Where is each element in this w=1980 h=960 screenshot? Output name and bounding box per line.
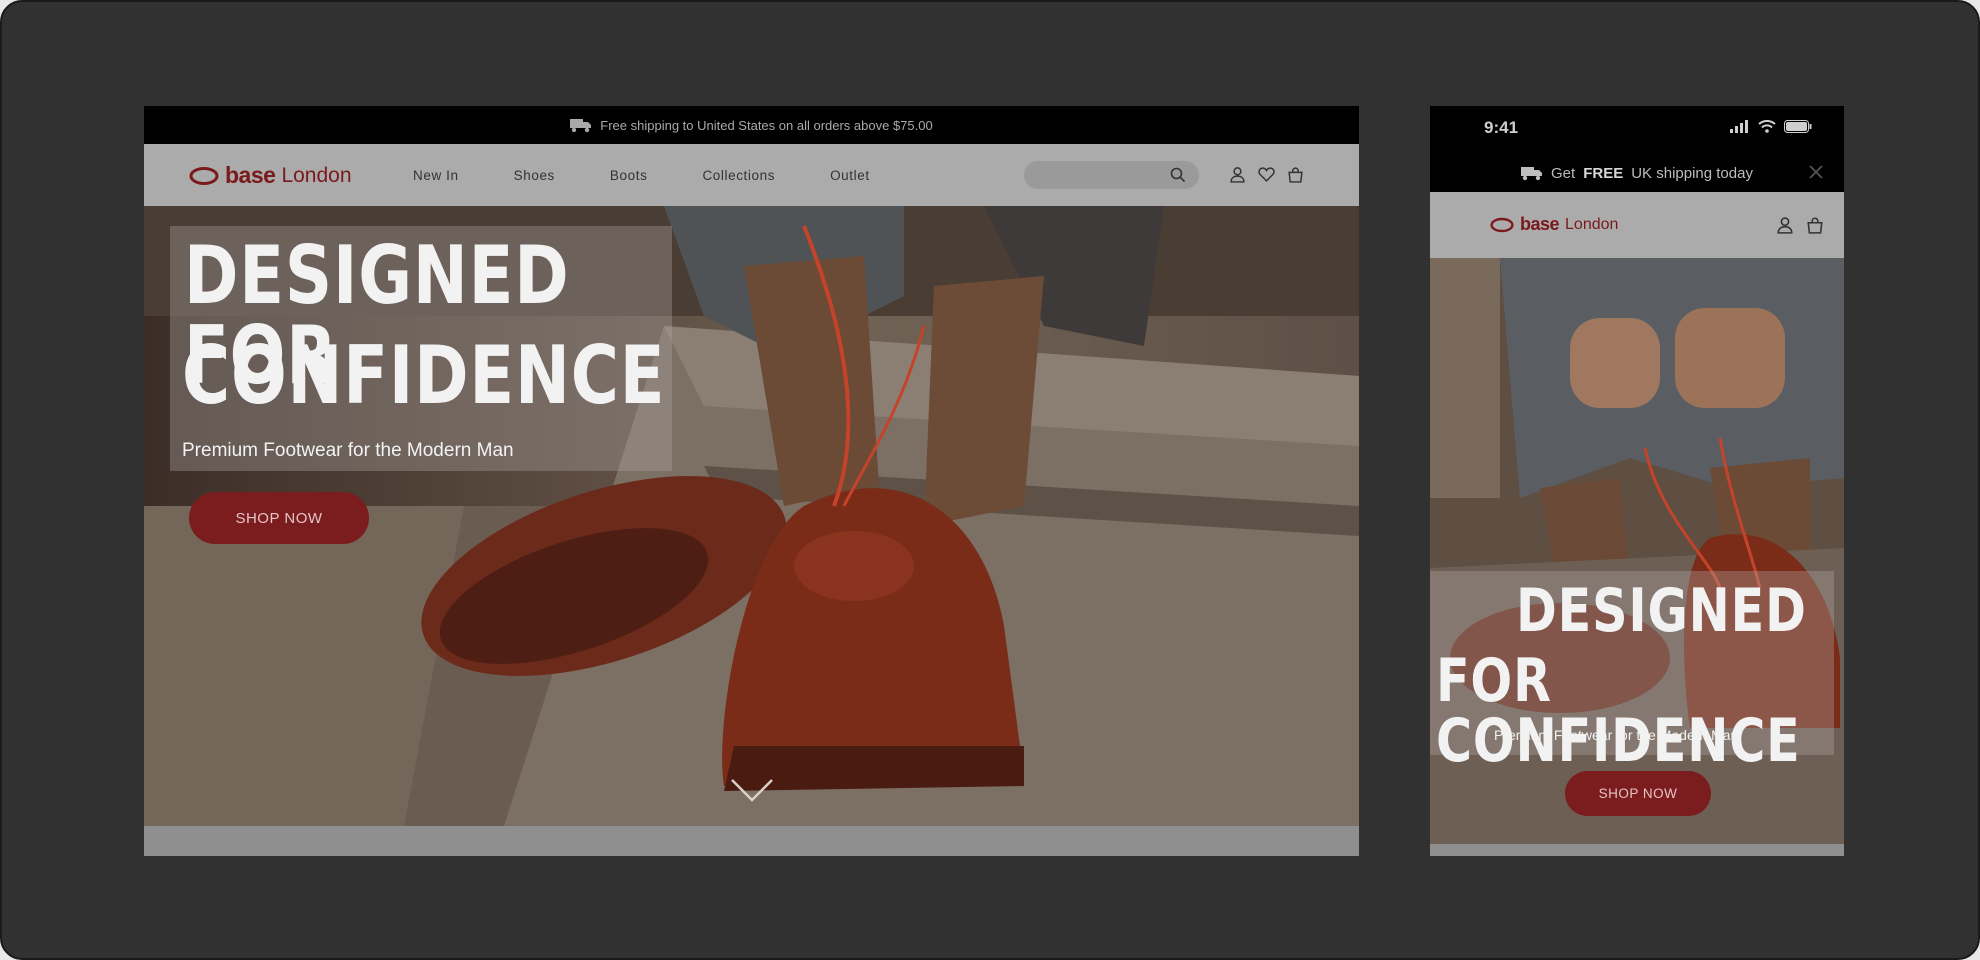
- brand-logo[interactable]: base London: [189, 162, 352, 189]
- search-icon[interactable]: [1170, 167, 1186, 183]
- hero-banner: DESIGNED FOR CONFIDENCE Premium Footwear…: [144, 206, 1359, 826]
- mobile-header-actions: [1776, 216, 1824, 234]
- header-actions: [1229, 166, 1304, 183]
- menu-item-shoes[interactable]: Shoes: [514, 168, 555, 183]
- brand-name-light: London: [281, 163, 352, 187]
- truck-icon: [570, 119, 592, 133]
- header-nav: base London New In Shoes Boots Collectio…: [144, 144, 1359, 206]
- canvas: Free shipping to United States on all or…: [0, 0, 1980, 960]
- mobile-announcement-bar: Get FREE UK shipping today: [1430, 154, 1844, 192]
- heart-icon[interactable]: [1258, 166, 1275, 183]
- bag-icon[interactable]: [1287, 166, 1304, 183]
- mobile-below-fold-band: [1430, 844, 1844, 856]
- mobile-hero-headline-line1: DESIGNED: [1516, 576, 1807, 646]
- mobile-header: base London: [1430, 192, 1844, 258]
- announcement-bold: FREE: [1583, 164, 1624, 182]
- brand-name-light: London: [1565, 215, 1619, 233]
- mobile-hero-headline-line2: FOR CONFIDENCE: [1436, 646, 1801, 776]
- logo-mark-icon: [1490, 217, 1514, 232]
- mobile-hero-banner: DESIGNED FOR CONFIDENCE Premium Footwear…: [1430, 258, 1844, 844]
- hero-headline-box: DESIGNED FOR CONFIDENCE Premium Footwear…: [170, 226, 672, 471]
- brand-logo[interactable]: base London: [1490, 214, 1618, 235]
- shop-now-button[interactable]: SHOP NOW: [189, 492, 369, 544]
- user-icon[interactable]: [1776, 216, 1794, 234]
- mobile-shop-now-button[interactable]: SHOP NOW: [1565, 771, 1711, 816]
- status-icons: [1730, 120, 1812, 133]
- menu-item-collections[interactable]: Collections: [702, 168, 775, 183]
- below-fold-band: [144, 826, 1359, 856]
- announcement-suffix: UK shipping today: [1631, 164, 1753, 182]
- announcement-text: Free shipping to United States on all or…: [600, 117, 933, 133]
- menu-item-boots[interactable]: Boots: [610, 168, 648, 183]
- truck-icon: [1521, 167, 1543, 181]
- logo-mark-icon: [189, 166, 219, 185]
- chevron-down-icon[interactable]: [730, 778, 774, 804]
- mobile-hero-subheadline: Premium Footwear for the Modern Man: [1494, 727, 1739, 743]
- announcement-prefix: Get: [1551, 164, 1576, 182]
- mobile-hero-headline-box: DESIGNED FOR CONFIDENCE Premium Footwear…: [1430, 571, 1834, 771]
- brand-name-bold: base: [1520, 214, 1560, 234]
- bag-icon[interactable]: [1806, 216, 1824, 234]
- status-bar: 9:41: [1430, 106, 1844, 154]
- hero-headline-line2: CONFIDENCE: [182, 329, 666, 422]
- brand-name-bold: base: [225, 162, 276, 188]
- wifi-icon: [1758, 120, 1776, 133]
- hero-subheadline: Premium Footwear for the Modern Man: [182, 440, 514, 461]
- battery-icon: [1784, 120, 1812, 133]
- status-time: 9:41: [1484, 118, 1519, 137]
- desktop-frame: Free shipping to United States on all or…: [144, 106, 1359, 856]
- close-icon[interactable]: [1808, 164, 1824, 180]
- mobile-frame: 9:41 Get FREE UK shipping today base Lon…: [1430, 106, 1844, 856]
- menu-item-new-in[interactable]: New In: [413, 168, 459, 183]
- announcement-bar: Free shipping to United States on all or…: [144, 106, 1359, 144]
- main-menu: New In Shoes Boots Collections Outlet: [413, 144, 925, 206]
- user-icon[interactable]: [1229, 166, 1246, 183]
- signal-icon: [1730, 120, 1748, 133]
- menu-item-outlet[interactable]: Outlet: [830, 168, 870, 183]
